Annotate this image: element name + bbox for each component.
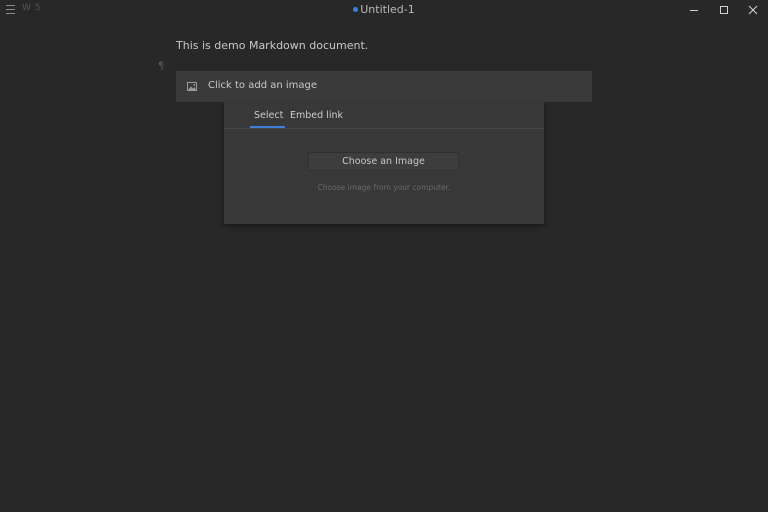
minimize-button[interactable] — [687, 3, 701, 17]
close-button[interactable] — [746, 3, 760, 17]
image-placeholder-label: Click to add an image — [208, 80, 318, 91]
image-icon — [187, 82, 197, 91]
choose-image-hint: Choose image from your computer. — [317, 183, 451, 192]
window-title: Untitled-1 — [0, 3, 768, 16]
maximize-icon — [720, 6, 728, 14]
image-select-popup: Select Embed link Choose an Image Choose… — [224, 102, 544, 224]
active-tab-indicator — [250, 126, 285, 128]
minimize-icon — [690, 10, 698, 11]
close-icon — [748, 5, 758, 15]
choose-image-button[interactable]: Choose an Image — [308, 152, 459, 171]
tab-embed-link[interactable]: Embed link — [290, 110, 343, 121]
unsaved-indicator-icon — [353, 7, 359, 12]
tab-select[interactable]: Select — [254, 110, 283, 121]
title-bar: W 5 Untitled-1 — [0, 0, 768, 22]
maximize-button[interactable] — [717, 3, 731, 17]
popup-tabs: Select Embed link — [224, 102, 544, 129]
paragraph-text[interactable]: This is demo Markdown document. — [176, 39, 368, 52]
pilcrow-icon[interactable]: ¶ — [158, 61, 164, 72]
app-window: W 5 Untitled-1 This is demo Markdown doc… — [0, 0, 768, 512]
image-placeholder-block[interactable]: Click to add an image — [176, 71, 592, 102]
document-title: Untitled-1 — [360, 3, 415, 16]
